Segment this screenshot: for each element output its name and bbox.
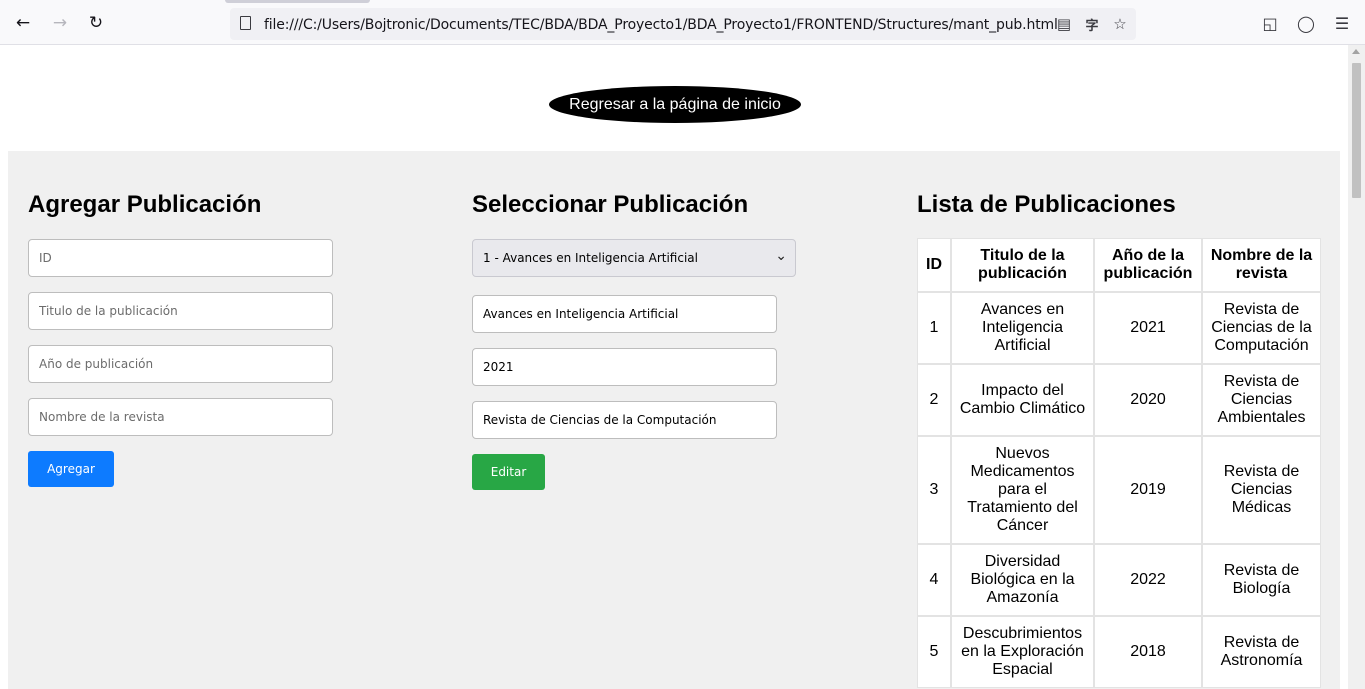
chevron-down-icon: ⌄ xyxy=(775,248,787,264)
cell-title: Nuevos Medicamentos para el Tratamiento … xyxy=(951,436,1094,544)
cell-title: Descubrimientos en la Exploración Espaci… xyxy=(951,616,1094,688)
table-row: 3 Nuevos Medicamentos para el Tratamient… xyxy=(917,436,1321,544)
edit-journal-input[interactable] xyxy=(472,401,777,439)
cell-year: 2021 xyxy=(1094,292,1202,364)
extensions-icon[interactable]: ◯ xyxy=(1296,13,1316,33)
arrow-left-icon[interactable]: ← xyxy=(13,13,33,33)
publications-list-title: Lista de Publicaciones xyxy=(917,191,1176,218)
select-publication-title: Seleccionar Publicación xyxy=(472,191,749,218)
cell-journal: Revista de Ciencias Ambientales xyxy=(1202,364,1321,436)
page-icon xyxy=(240,16,251,30)
cell-year: 2018 xyxy=(1094,616,1202,688)
cell-id: 3 xyxy=(917,436,951,544)
cell-id: 4 xyxy=(917,544,951,616)
title-input[interactable] xyxy=(28,292,333,330)
cell-id: 2 xyxy=(917,364,951,436)
id-input[interactable] xyxy=(28,239,333,277)
main-panel: Agregar Publicación Agregar Seleccionar … xyxy=(8,151,1340,689)
year-input[interactable] xyxy=(28,345,333,383)
cell-id: 5 xyxy=(917,616,951,688)
cell-journal: Revista de Biología xyxy=(1202,544,1321,616)
journal-name-input[interactable] xyxy=(28,398,333,436)
cell-id: 1 xyxy=(917,292,951,364)
cell-journal: Revista de Astronomía xyxy=(1202,616,1321,688)
cell-journal: Revista de Ciencias Médicas xyxy=(1202,436,1321,544)
edit-year-input[interactable] xyxy=(472,348,777,386)
cell-title: Impacto del Cambio Climático xyxy=(951,364,1094,436)
publication-select[interactable]: 1 - Avances en Inteligencia Artificial ⌄ xyxy=(472,239,796,277)
address-bar[interactable]: file:///C:/Users/Bojtronic/Documents/TEC… xyxy=(230,8,1136,40)
home-button[interactable]: Regresar a la página de inicio xyxy=(549,86,801,123)
pocket-icon[interactable]: ◱ xyxy=(1260,13,1280,33)
table-header-row: ID Titulo de la publicación Año de la pu… xyxy=(917,238,1321,292)
table-row: 4 Diversidad Biológica en la Amazonía 20… xyxy=(917,544,1321,616)
menu-hamburger-icon[interactable]: ☰ xyxy=(1332,13,1352,33)
header-id: ID xyxy=(917,238,951,292)
bookmark-star-icon[interactable]: ☆ xyxy=(1111,15,1129,33)
publication-select-value: 1 - Avances en Inteligencia Artificial xyxy=(483,251,698,265)
scroll-up-arrow-icon[interactable] xyxy=(1352,49,1360,54)
cell-title: Diversidad Biológica en la Amazonía xyxy=(951,544,1094,616)
header-title: Titulo de la publicación xyxy=(951,238,1094,292)
url-text[interactable]: file:///C:/Users/Bojtronic/Documents/TEC… xyxy=(264,17,1058,33)
reader-view-icon[interactable]: ▤ xyxy=(1055,15,1073,33)
scroll-thumb[interactable] xyxy=(1352,63,1361,198)
cell-year: 2020 xyxy=(1094,364,1202,436)
browser-toolbar: ← → ↻ file:///C:/Users/Bojtronic/Documen… xyxy=(0,0,1365,45)
active-tab-indicator xyxy=(225,0,370,3)
add-publication-title: Agregar Publicación xyxy=(28,191,262,218)
table-row: 1 Avances en Inteligencia Artificial 202… xyxy=(917,292,1321,364)
reload-icon[interactable]: ↻ xyxy=(86,13,106,33)
add-button[interactable]: Agregar xyxy=(28,451,114,487)
cell-title: Avances en Inteligencia Artificial xyxy=(951,292,1094,364)
arrow-right-icon[interactable]: → xyxy=(50,13,70,33)
edit-title-input[interactable] xyxy=(472,295,777,333)
page-scrollbar[interactable] xyxy=(1348,45,1365,689)
table-row: 5 Descubrimientos en la Exploración Espa… xyxy=(917,616,1321,688)
cell-year: 2019 xyxy=(1094,436,1202,544)
header-year: Año de la publicación xyxy=(1094,238,1202,292)
header-journal: Nombre de la revista xyxy=(1202,238,1321,292)
translate-icon[interactable]: 字 xyxy=(1083,15,1101,34)
table-row: 2 Impacto del Cambio Climático 2020 Revi… xyxy=(917,364,1321,436)
cell-year: 2022 xyxy=(1094,544,1202,616)
cell-journal: Revista de Ciencias de la Computación xyxy=(1202,292,1321,364)
edit-button[interactable]: Editar xyxy=(472,454,545,490)
publications-table: ID Titulo de la publicación Año de la pu… xyxy=(917,238,1321,688)
